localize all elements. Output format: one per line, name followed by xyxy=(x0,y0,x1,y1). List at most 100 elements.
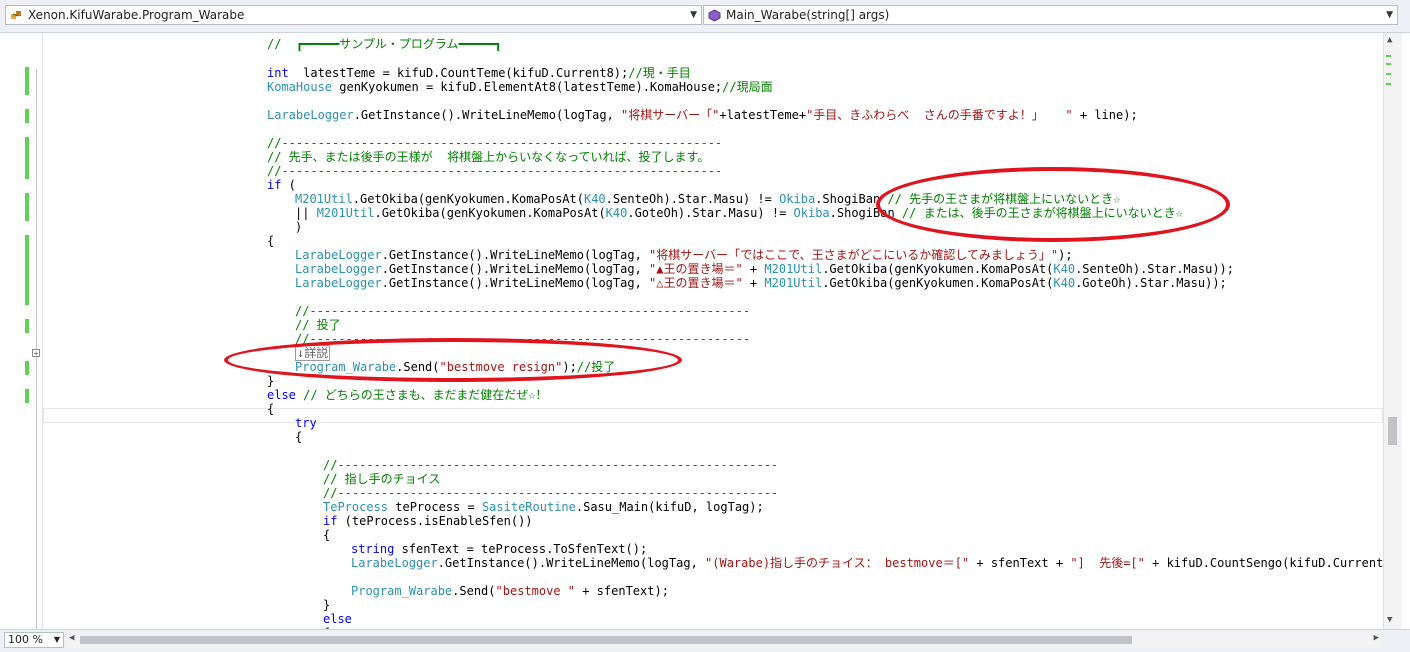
scroll-left-icon[interactable]: ◀ xyxy=(69,633,74,643)
code-token: "将棋サーバー「" xyxy=(621,108,720,122)
code-token: LarabeLogger xyxy=(267,108,354,122)
code-token: KomaHouse xyxy=(267,80,333,94)
code-token: // ┏━━━━━サンプル・プログラム━━━━━┓ xyxy=(267,37,502,51)
change-indicator xyxy=(25,137,29,179)
code-token: K40 xyxy=(1053,262,1076,276)
code-token: latestTeme = kifuD.CountTeme(kifuD.Curre… xyxy=(288,66,629,80)
code-token: ) xyxy=(295,220,303,234)
code-token: if xyxy=(267,178,282,192)
code-token: K40 xyxy=(1053,276,1076,290)
code-line: } xyxy=(267,374,274,388)
code-token: sfenText = teProcess.ToSfenText(); xyxy=(394,542,648,556)
code-token: .GetInstance().WriteLineMemo(logTag, xyxy=(353,108,622,122)
code-line: if ( xyxy=(267,178,296,192)
code-token: } xyxy=(267,374,275,388)
code-token: else xyxy=(267,388,296,402)
code-token: .GoteOh).Star.Masu)); xyxy=(1075,276,1227,290)
code-token: .SenteOh).Star.Masu) != xyxy=(605,192,780,206)
code-token: Program_Warabe xyxy=(351,584,453,598)
member-dropdown[interactable]: Main_Warabe(string[] args) ▼ xyxy=(703,5,1398,25)
code-token: teProcess = xyxy=(388,500,482,514)
code-editor[interactable]: // ┏━━━━━サンプル・プログラム━━━━━┓ int latestTeme … xyxy=(43,33,1383,629)
chevron-down-icon[interactable]: ▼ xyxy=(54,633,60,647)
code-token: { xyxy=(295,430,303,444)
code-line: KomaHouse genKyokumen = kifuD.ElementAt8… xyxy=(267,80,773,94)
change-indicator xyxy=(25,235,29,305)
code-token: "bestmove " xyxy=(495,584,575,598)
scroll-down-icon[interactable]: ▼ xyxy=(1387,615,1392,625)
scroll-right-icon[interactable]: ▶ xyxy=(1374,633,1379,643)
code-token: { xyxy=(267,402,275,416)
code-token: M201Util xyxy=(295,192,353,206)
expand-outline-icon[interactable]: + xyxy=(32,349,40,358)
code-line: TeProcess teProcess = SasiteRoutine.Sasu… xyxy=(323,500,764,514)
project-dropdown[interactable]: Xenon.KifuWarabe.Program_Warabe ▼ xyxy=(5,5,702,25)
project-dropdown-value: Xenon.KifuWarabe.Program_Warabe xyxy=(28,8,245,22)
code-token: try xyxy=(295,416,317,430)
code-token: .GetInstance().WriteLineMemo(logTag, xyxy=(381,262,650,276)
code-token: || xyxy=(295,206,317,220)
editor-gutter xyxy=(0,33,43,629)
code-line: //--------------------------------------… xyxy=(267,136,722,150)
code-token: + sfenText); xyxy=(575,584,669,598)
code-token: + line); xyxy=(1072,108,1138,122)
code-token: "手目、きふわらべ さんの手番ですよ！」 " xyxy=(806,108,1073,122)
code-token: TeProcess xyxy=(323,500,389,514)
current-line-highlight xyxy=(43,408,1383,423)
code-line: { xyxy=(323,528,330,542)
annotation-ellipse xyxy=(876,167,1230,242)
code-token: //--------------------------------------… xyxy=(267,136,723,150)
horizontal-scrollbar[interactable]: ◀ ▶ xyxy=(66,632,1382,648)
code-line: //--------------------------------------… xyxy=(267,164,722,178)
code-token: ( xyxy=(281,178,296,192)
code-token: (teProcess.isEnableSfen()) xyxy=(337,514,533,528)
navigation-bar: Xenon.KifuWarabe.Program_Warabe ▼ Main_W… xyxy=(0,0,1410,33)
code-token: .GetInstance().WriteLineMemo(logTag, xyxy=(381,248,650,262)
zoom-value: 100 % xyxy=(8,633,43,646)
vertical-scrollbar[interactable]: ▲ ▼ xyxy=(1383,33,1402,629)
scroll-up-icon[interactable]: ▲ xyxy=(1387,35,1392,45)
code-token: .SenteOh).Star.Masu)); xyxy=(1075,262,1235,276)
code-token: + sfenText + xyxy=(969,556,1071,570)
code-token: .GetOkiba(genKyokumen.KomaPosAt( xyxy=(822,276,1054,290)
code-token: M201Util xyxy=(764,276,823,290)
code-token: Okiba xyxy=(779,192,816,206)
code-token: "(Warabe)指し手のチョイス： bestmove＝[" xyxy=(705,556,970,570)
code-line: //--------------------------------------… xyxy=(323,458,778,472)
horizontal-scroll-thumb[interactable] xyxy=(80,636,1132,644)
code-token: } xyxy=(323,598,331,612)
code-token: "将棋サーバー「ではここで、王さまがどこにいるか確認してみましょう」" xyxy=(649,248,1059,262)
method-icon xyxy=(708,9,721,22)
change-indicator xyxy=(25,193,29,221)
code-token: genKyokumen = kifuD.ElementAt8(latestTem… xyxy=(332,80,723,94)
change-indicator xyxy=(25,389,29,403)
code-token: { xyxy=(267,234,275,248)
bottom-bar: 100 % ▼ ◀ ▶ xyxy=(0,629,1410,652)
code-line: // 先手、または後手の王様が 将棋盤上からいなくなっていれば、投了します。 xyxy=(267,150,709,164)
code-line: { xyxy=(267,234,274,248)
code-line: Program_Warabe.Send("bestmove " + sfenTe… xyxy=(351,584,669,598)
code-token: + xyxy=(742,262,765,276)
code-token: else xyxy=(323,612,352,626)
code-line: try xyxy=(295,416,317,430)
code-token: if xyxy=(323,514,338,528)
code-token: "▲王の置き場＝" xyxy=(649,262,743,276)
code-line: LarabeLogger.GetInstance().WriteLineMemo… xyxy=(267,108,1138,122)
zoom-dropdown[interactable]: 100 % ▼ xyxy=(4,632,64,648)
code-line: ) xyxy=(295,220,302,234)
code-line: //--------------------------------------… xyxy=(295,304,750,318)
code-token: int xyxy=(267,66,289,80)
chevron-down-icon[interactable]: ▼ xyxy=(690,6,697,24)
annotation-ellipse xyxy=(224,338,682,382)
code-token: ); xyxy=(1058,248,1073,262)
code-token: .GetOkiba(genKyokumen.KomaPosAt( xyxy=(374,206,606,220)
chevron-down-icon[interactable]: ▼ xyxy=(1386,6,1393,24)
code-line: else // どちらの王さまも、まだまだ健在だぜ☆！ xyxy=(267,388,547,402)
code-line: if (teProcess.isEnableSfen()) xyxy=(323,514,533,528)
code-line: // 投了 xyxy=(295,318,341,332)
code-token: LarabeLogger xyxy=(295,248,382,262)
code-token: .GetOkiba(genKyokumen.KomaPosAt( xyxy=(352,192,584,206)
change-indicator xyxy=(25,109,29,123)
code-line: LarabeLogger.GetInstance().WriteLineMemo… xyxy=(295,262,1234,276)
vertical-scroll-thumb[interactable] xyxy=(1388,417,1397,445)
